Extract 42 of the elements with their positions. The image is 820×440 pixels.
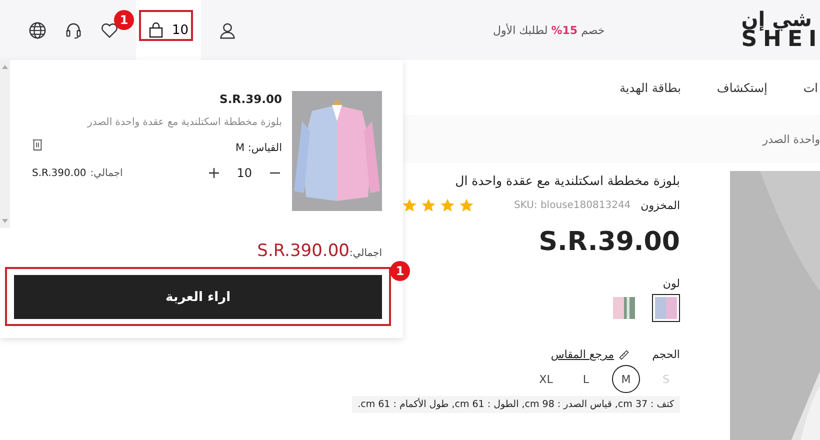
stock-label: المخزون xyxy=(640,199,680,212)
star-icon xyxy=(421,198,436,213)
plus-button[interactable] xyxy=(206,166,221,180)
size-label: الحجم xyxy=(652,348,680,361)
step-badge: 1 xyxy=(390,261,410,281)
size-option[interactable]: M xyxy=(612,365,640,393)
product-title: بلوزة مخططة اسكتلندية مع عقدة واحدة ال xyxy=(454,173,680,188)
total-label: اجمالي: xyxy=(349,248,382,259)
breadcrumb[interactable]: واحدة الصدر xyxy=(762,132,820,146)
measurements-text: كتف : 37 cm, قياس الصدر : 98 cm, الطول : 61 cm, طول الأكمام : 61 cm. xyxy=(352,396,680,413)
size-guide-link[interactable]: مرجع المقاس xyxy=(550,348,630,361)
color-swatch[interactable] xyxy=(652,294,680,322)
globe-icon[interactable] xyxy=(28,20,47,40)
star-icon xyxy=(440,198,455,213)
item-size: القياس: M xyxy=(235,142,282,154)
line-total-label: اجمالي: xyxy=(90,168,123,178)
item-name[interactable]: بلوزة مخططة اسكتلندية مع عقدة واحدة الصدر xyxy=(32,117,282,128)
color-swatch[interactable] xyxy=(610,294,638,322)
sku-text: SKU: blouse180813244 xyxy=(514,200,631,211)
star-icon xyxy=(459,198,474,213)
quantity-value: 10 xyxy=(236,166,252,180)
highlight-frame xyxy=(139,10,193,41)
nav-link[interactable]: ات xyxy=(803,80,818,94)
ruler-icon xyxy=(618,348,630,360)
line-total: S.R.390.00 xyxy=(32,168,86,178)
cart-total: S.R.390.00 xyxy=(257,241,350,261)
step-badge: 1 xyxy=(114,10,134,30)
trash-icon[interactable] xyxy=(32,138,43,150)
user-icon[interactable] xyxy=(218,20,237,40)
color-label: لون xyxy=(662,277,680,290)
nav-link[interactable]: بطاقة الهدية xyxy=(620,80,681,94)
star-icon xyxy=(402,198,417,213)
headset-icon[interactable] xyxy=(64,20,83,40)
scrollbar[interactable] xyxy=(0,60,10,228)
item-price: S.R.39.00 xyxy=(218,92,282,106)
bag-icon xyxy=(148,22,164,38)
cart-count: 10 xyxy=(172,22,189,38)
nav-link[interactable]: إستكشاف xyxy=(716,80,768,94)
view-cart-button[interactable]: اراء العربة xyxy=(14,275,382,319)
product-price: S.R.39.00 xyxy=(538,227,680,257)
plus-icon xyxy=(208,167,220,179)
heart-icon[interactable] xyxy=(100,20,119,40)
